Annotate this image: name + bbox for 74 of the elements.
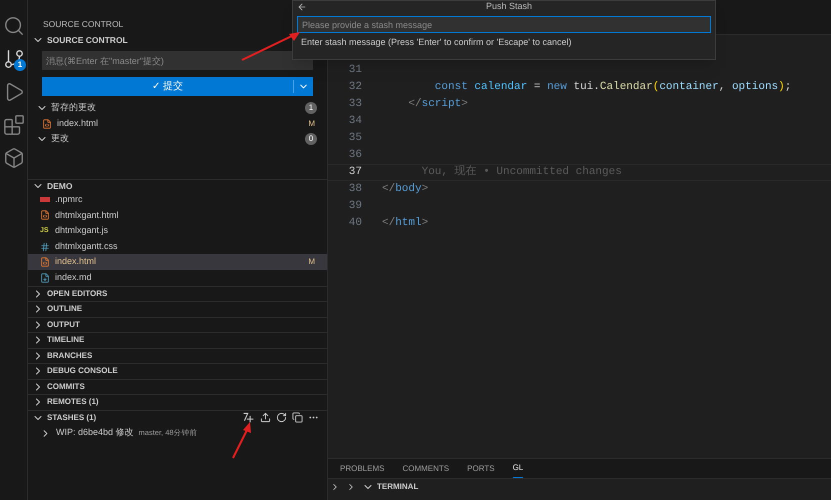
code-line: You, 现在 • Uncommitted changes <box>420 164 622 180</box>
upload-icon[interactable] <box>260 412 271 424</box>
section-header[interactable]: OUTLINE <box>47 303 319 316</box>
extensions-icon[interactable] <box>3 114 25 136</box>
file-name: dhtmlxgant.html <box>55 208 120 222</box>
search-icon[interactable] <box>3 14 25 36</box>
notification-badge: 1 <box>14 59 26 71</box>
section-header[interactable]: REMOTES (1) <box>47 396 319 408</box>
change-group-row[interactable]: 暂存的更改 1 <box>28 100 327 116</box>
file-row[interactable]: dhtmlxgantt.css <box>28 238 327 254</box>
line-number: 35 <box>348 131 363 146</box>
commit-message-field[interactable]: 消息(⌘Enter 在"master"提交) <box>42 51 313 70</box>
line-number: 38 <box>348 182 363 198</box>
stash-title: WIP: d6be4bd 修改 <box>56 426 134 440</box>
download-file-icon <box>40 272 50 283</box>
section-header: SOURCE CONTROL <box>47 34 128 46</box>
section-header[interactable]: OPEN EDITORS <box>47 288 319 300</box>
file-name: index.md <box>55 271 93 284</box>
change-group-row[interactable]: 更改 0 <box>28 131 327 147</box>
file-name: index.html <box>55 255 98 268</box>
panel-tab[interactable]: COMMENTS <box>402 459 450 478</box>
stash-message-field[interactable]: Please provide a stash message <box>297 16 711 33</box>
section-header[interactable]: COMMITS <box>47 380 319 393</box>
section-header[interactable]: TIMELINE <box>47 334 319 346</box>
code-line: </script> <box>407 97 468 112</box>
line-number: 33 <box>348 97 363 112</box>
line-number: 34 <box>348 114 363 130</box>
file-row[interactable]: index.md <box>28 270 327 286</box>
collapse-all-icon[interactable] <box>292 412 303 424</box>
file-row[interactable]: .npmrc <box>28 192 327 208</box>
branch-icon[interactable] <box>3 48 25 70</box>
annotation-arrow <box>230 420 254 460</box>
count-badge: 0 <box>305 133 317 145</box>
changed-file-row[interactable]: index.html M <box>28 116 327 131</box>
group-label: 暂存的更改 <box>51 101 97 114</box>
code-file-icon <box>42 118 52 128</box>
back-icon[interactable] <box>297 2 307 12</box>
file-row[interactable]: index.html M <box>28 254 327 270</box>
npm-file-icon <box>40 197 50 202</box>
file-name: .npmrc <box>55 193 84 206</box>
code-file-icon <box>40 210 50 220</box>
refresh-icon[interactable] <box>276 412 287 424</box>
file-row[interactable]: dhtmlxgant.html <box>28 208 327 224</box>
panel-tab[interactable]: PROBLEMS <box>340 459 384 478</box>
group-label: 更改 <box>51 132 70 146</box>
section-header[interactable]: OUTPUT <box>47 318 319 331</box>
sidebar-title: SOURCE CONTROL <box>43 18 124 30</box>
hexagon-icon[interactable] <box>3 146 25 168</box>
section-header[interactable]: BRANCHES <box>47 350 319 362</box>
code-line: const calendar = new tui.Calendar(container, options); <box>434 80 792 96</box>
file-name: dhtmlxgant.js <box>55 224 110 238</box>
hash-file-icon <box>40 242 50 252</box>
code-line: </html> <box>382 216 428 232</box>
line-number: 39 <box>348 199 363 214</box>
code-line: </body> <box>382 182 428 198</box>
status-letter: M <box>308 256 315 268</box>
line-number: 40 <box>348 216 363 232</box>
stash-add-icon[interactable] <box>242 411 255 424</box>
status-letter: M <box>308 118 315 130</box>
count-badge: 1 <box>305 102 317 114</box>
file-name: index.html <box>57 116 100 130</box>
line-number: 36 <box>348 148 363 164</box>
file-name: dhtmlxgantt.css <box>55 240 119 253</box>
popup-title: Push Stash <box>484 0 534 14</box>
code-file-icon <box>40 257 50 268</box>
section-header: DEMO <box>47 180 72 192</box>
panel-tab[interactable]: PORTS <box>467 459 495 478</box>
line-number: 37 <box>348 165 363 180</box>
section-header[interactable]: DEBUG CONSOLE <box>47 365 319 378</box>
section-header[interactable]: STASHES (1) <box>47 412 239 424</box>
popup-hint: Enter stash message (Press 'Enter' to confirm or 'Escape' to cancel) <box>300 36 572 49</box>
line-number: 32 <box>348 80 363 96</box>
terminal-header[interactable]: TERMINAL <box>377 480 418 492</box>
line-number: 31 <box>348 63 363 78</box>
